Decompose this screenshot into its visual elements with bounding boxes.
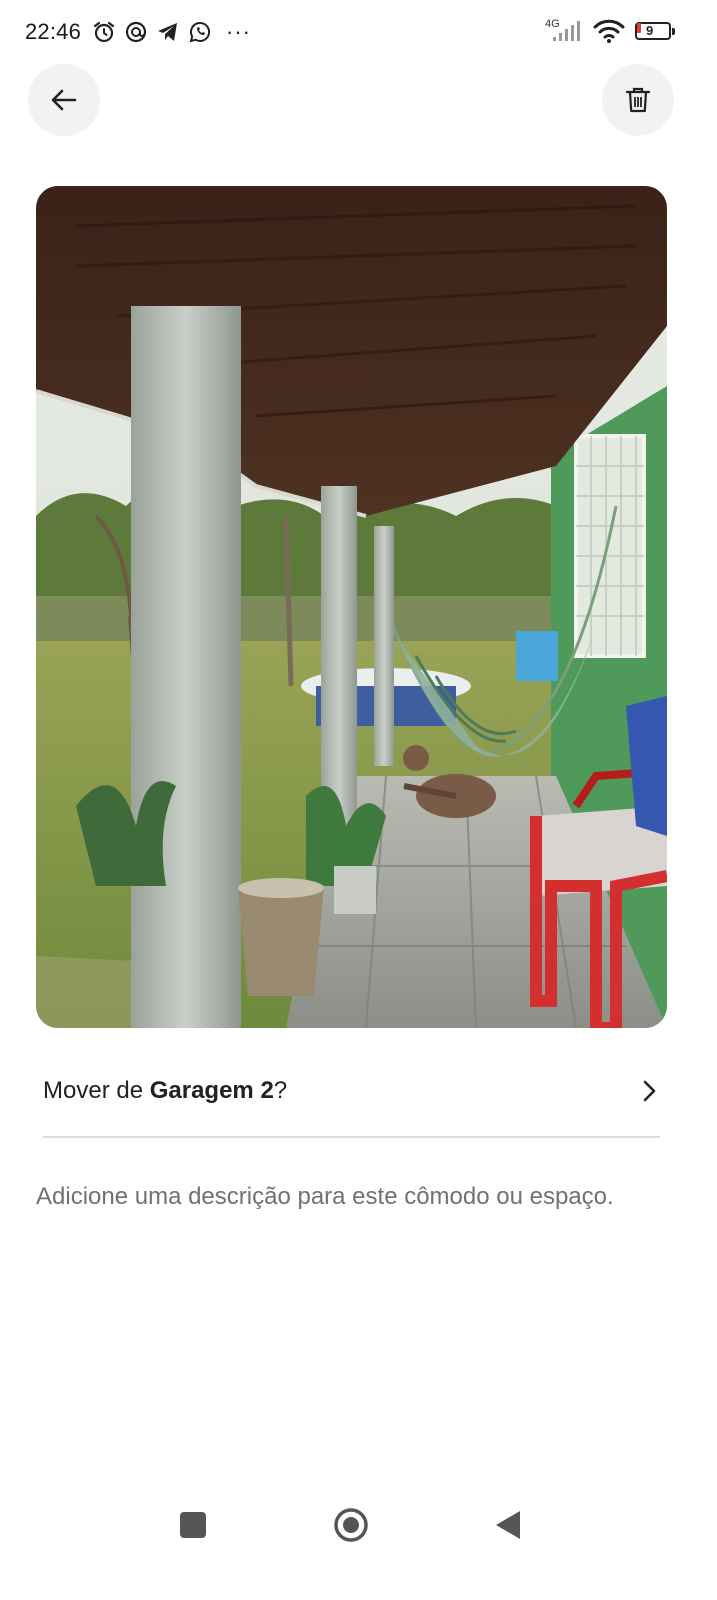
- chat-bubble-icon: [125, 21, 147, 43]
- telegram-icon: [158, 23, 177, 41]
- status-time: 22:46: [25, 19, 82, 44]
- trash-icon: [625, 87, 651, 113]
- battery-level: 9: [646, 23, 654, 38]
- room-photo[interactable]: [36, 186, 667, 1028]
- battery-fill: [637, 23, 641, 33]
- move-room-row[interactable]: Mover de Garagem 2?: [43, 1056, 662, 1126]
- recents-button[interactable]: [180, 1512, 206, 1538]
- nav-back-button[interactable]: [494, 1509, 522, 1541]
- system-nav-bar: [0, 1490, 717, 1560]
- alarm-icon: [93, 21, 115, 43]
- network-type-label: 4G: [545, 18, 560, 30]
- status-bar: 22:46 ··· 4G 9: [0, 0, 717, 66]
- cellular-signal-icon: 4G: [543, 18, 583, 44]
- whatsapp-icon: [189, 21, 211, 43]
- section-divider: [43, 1136, 660, 1138]
- more-notifications-indicator: ···: [226, 19, 251, 44]
- home-button[interactable]: [333, 1507, 369, 1543]
- battery-icon: 9: [635, 21, 675, 41]
- back-button[interactable]: [28, 64, 100, 136]
- system-status-icons: 4G 9: [543, 18, 675, 44]
- wifi-icon: [593, 19, 625, 43]
- notification-icons: ···: [92, 20, 251, 44]
- porch-photo-image: [36, 186, 667, 1028]
- arrow-left-icon: [51, 89, 77, 111]
- move-prefix: Mover de: [43, 1077, 150, 1104]
- delete-photo-button[interactable]: [602, 64, 674, 136]
- chevron-right-icon: [643, 1080, 656, 1102]
- description-input[interactable]: Adicione uma descrição para este cômodo …: [36, 1175, 676, 1218]
- room-name: Garagem 2: [149, 1077, 274, 1104]
- move-suffix: ?: [273, 1077, 288, 1104]
- move-room-label: Mover de Garagem 2?: [43, 1077, 287, 1105]
